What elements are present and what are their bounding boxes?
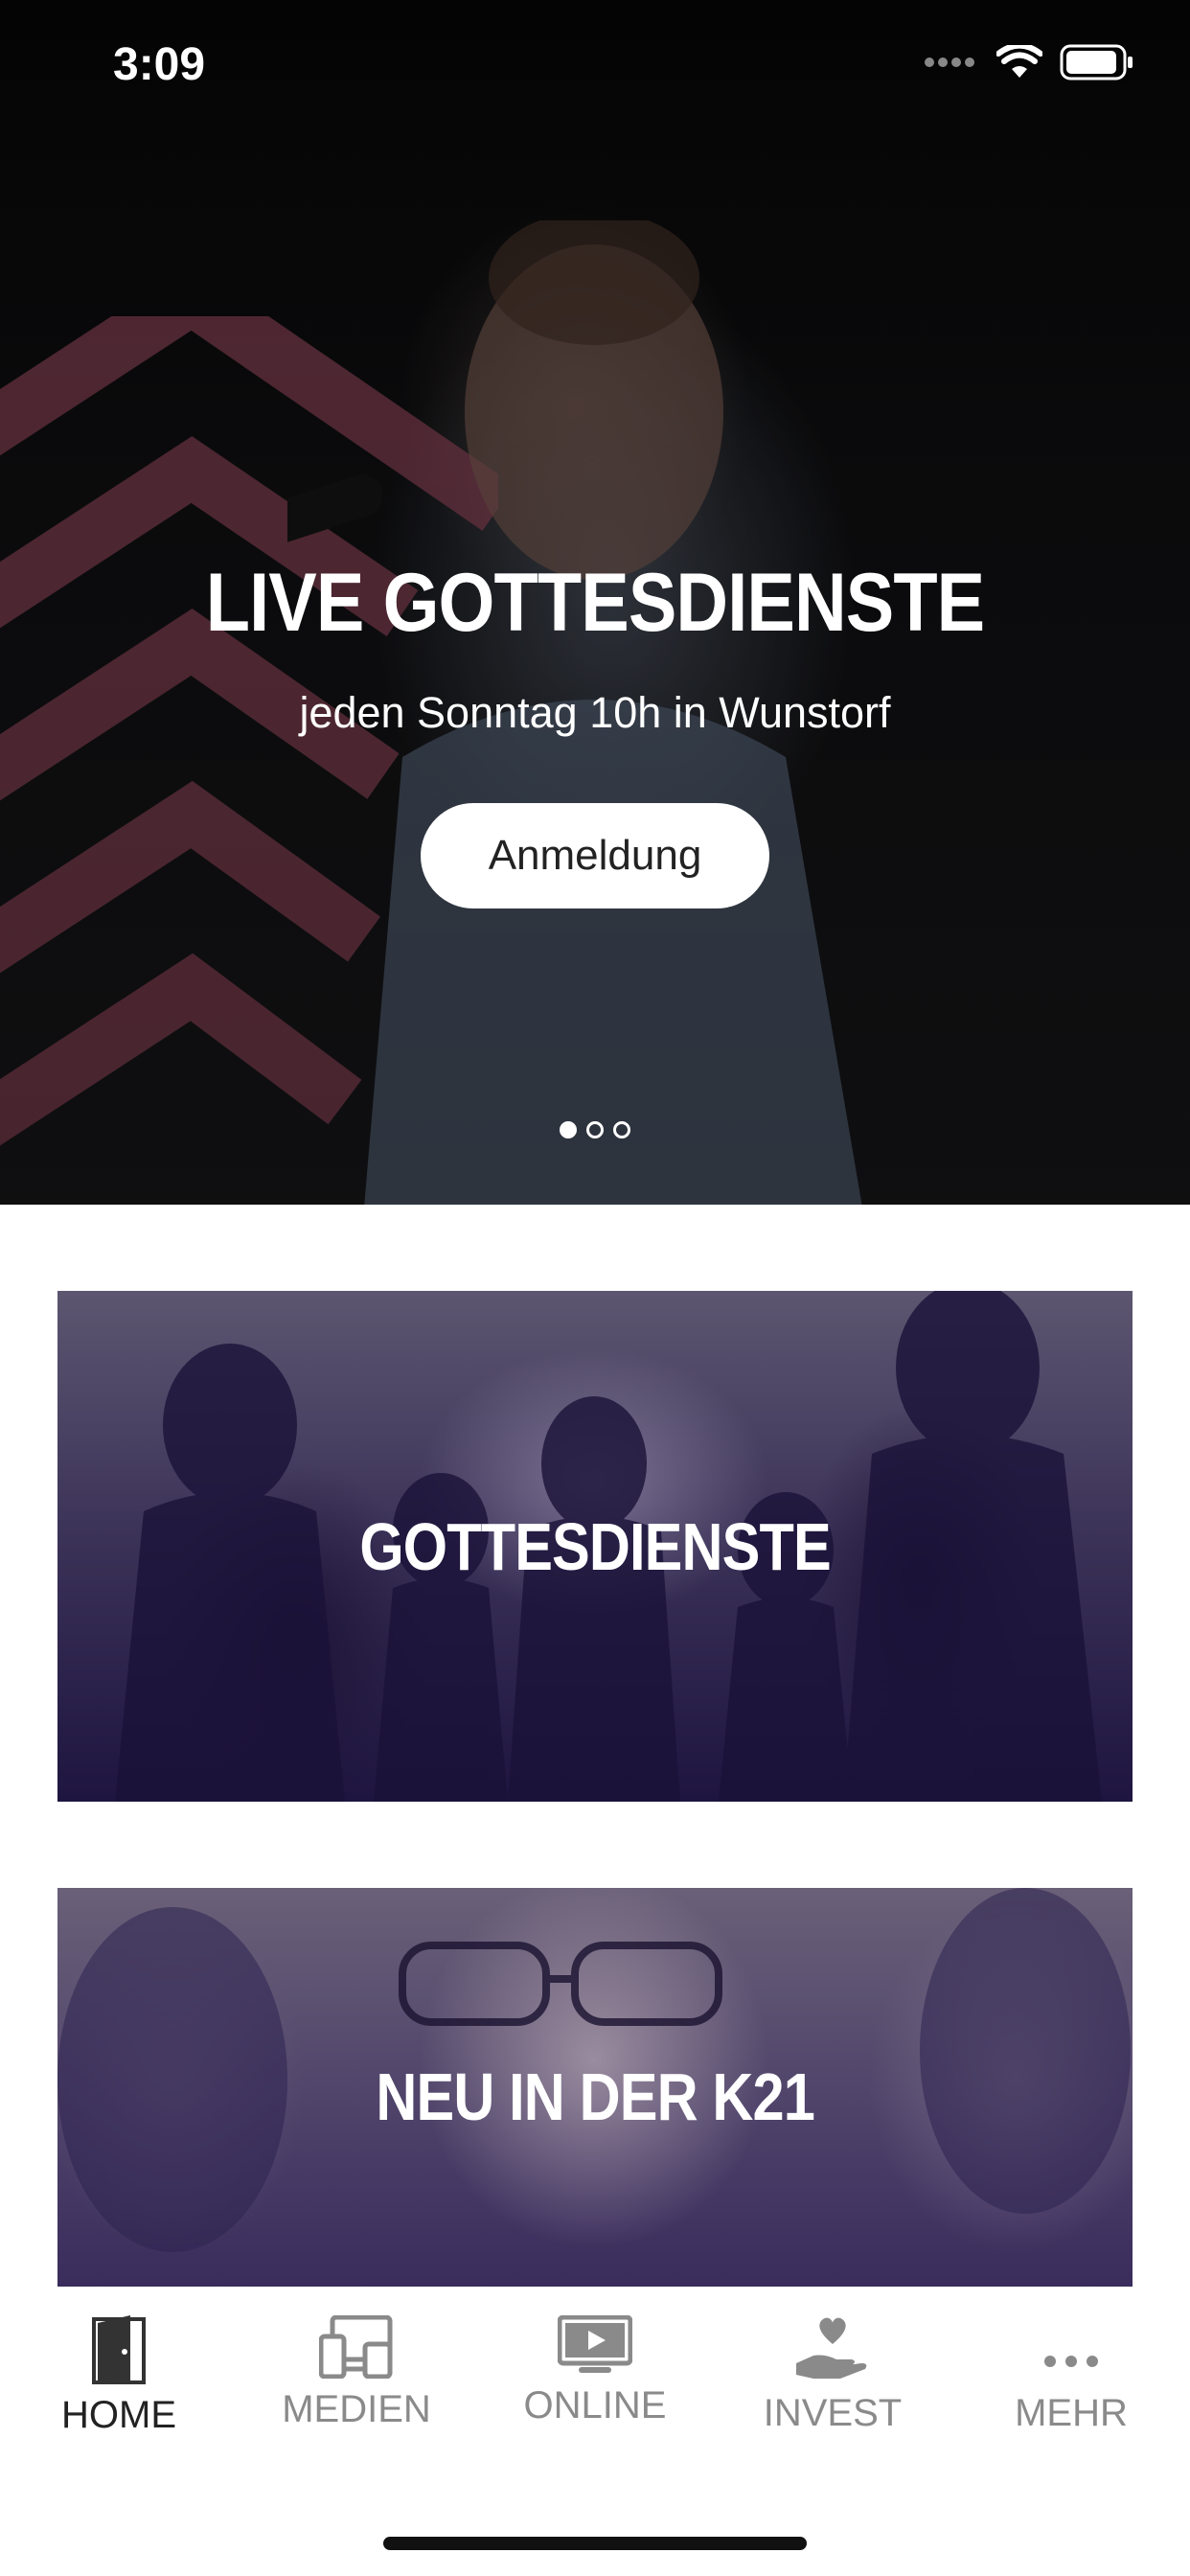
signal-icon: [925, 58, 974, 67]
battery-icon: [1060, 44, 1133, 80]
status-icons: [924, 44, 1134, 80]
tab-medien[interactable]: MEDIEN: [238, 2287, 475, 2450]
tab-online[interactable]: ONLINE: [476, 2287, 714, 2450]
hero-banner[interactable]: 3:09 LIVE GOTTESDIENSTE jeden Sonntag 10…: [0, 0, 1190, 1205]
card-label: NEU IN DER K21: [376, 2059, 814, 2134]
card-gottesdienste[interactable]: GOTTESDIENSTE: [57, 1291, 1133, 1802]
devices-icon: [319, 2315, 393, 2379]
wifi-icon: [996, 45, 1042, 78]
tab-mehr[interactable]: MEHR: [952, 2287, 1190, 2450]
tab-label: HOME: [61, 2394, 176, 2436]
tab-label: MEDIEN: [282, 2388, 431, 2430]
tab-label: MEHR: [1015, 2392, 1128, 2434]
more-dots-icon: [1044, 2356, 1098, 2367]
registration-button[interactable]: Anmeldung: [421, 803, 769, 908]
tab-invest[interactable]: INVEST: [714, 2287, 951, 2450]
home-indicator[interactable]: [383, 2537, 807, 2550]
tab-home[interactable]: HOME: [0, 2287, 238, 2450]
hand-heart-icon: [796, 2317, 867, 2379]
play-screen-icon: [558, 2315, 632, 2373]
carousel-dot[interactable]: [613, 1121, 630, 1138]
card-neu-in-der-k21[interactable]: NEU IN DER K21: [57, 1888, 1133, 2287]
status-time: 3:09: [113, 39, 206, 90]
carousel-pagination[interactable]: [0, 1121, 1190, 1138]
hero-subtitle: jeden Sonntag 10h in Wunstorf: [299, 688, 891, 737]
card-label: GOTTESDIENSTE: [359, 1508, 831, 1584]
hero-title: LIVE GOTTESDIENSTE: [205, 557, 985, 649]
door-icon: [92, 2315, 146, 2384]
carousel-dot[interactable]: [586, 1121, 604, 1138]
tab-label: INVEST: [763, 2392, 903, 2434]
carousel-dot[interactable]: [560, 1121, 577, 1138]
tab-bar: HOME MEDIEN ONLINE INVEST MEHR: [0, 2287, 1190, 2576]
tab-label: ONLINE: [523, 2384, 667, 2426]
